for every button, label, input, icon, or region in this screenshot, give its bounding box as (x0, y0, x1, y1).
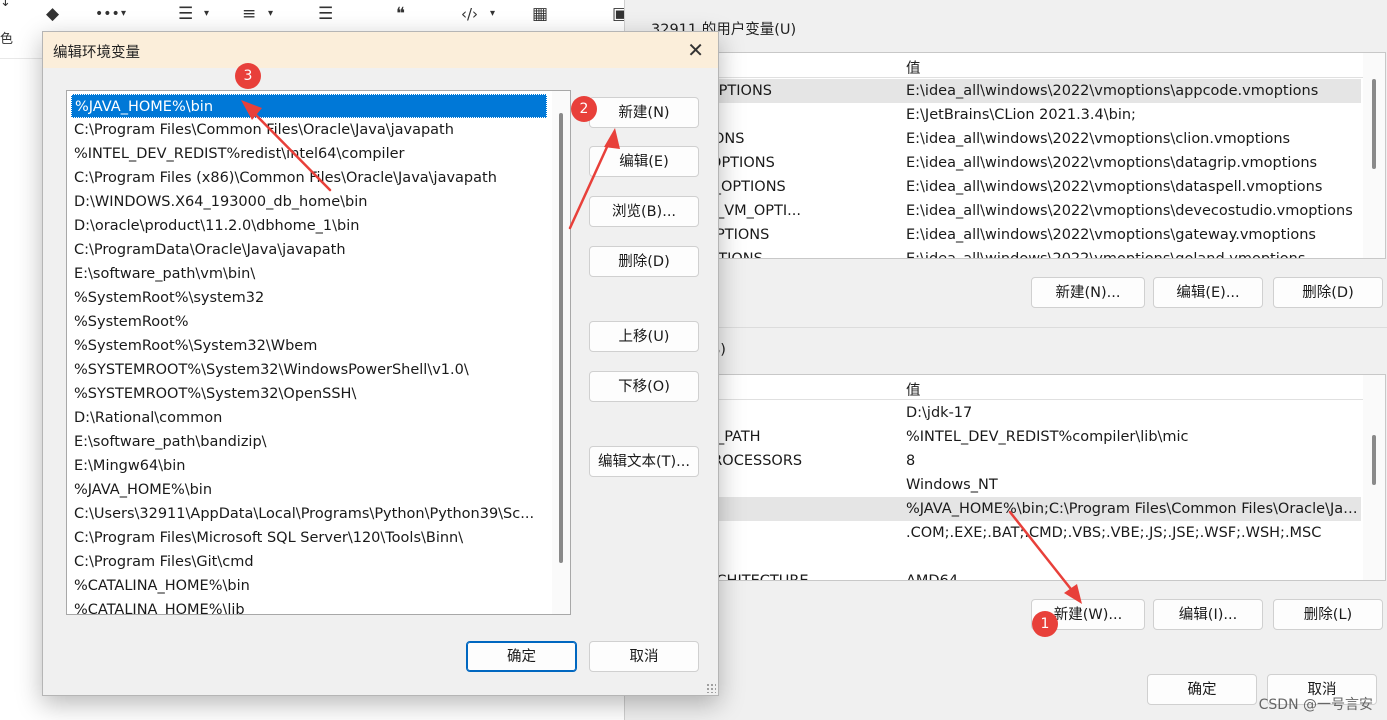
chevron-down-icon: ▾ (268, 8, 274, 19)
user-delete-button[interactable]: 删除(D) (1273, 277, 1383, 308)
close-icon[interactable]: ✕ (687, 38, 704, 62)
move-up-button[interactable]: 上移(U) (589, 321, 699, 352)
list-item[interactable]: RIP_VM_OPTIONSE:\idea_all\windows\2022\v… (650, 151, 1361, 175)
color-label-fragment: 色 (0, 32, 14, 47)
paint-bucket-icon[interactable]: ◆ (46, 3, 59, 25)
path-item[interactable]: %SystemRoot%\System32\Wbem (71, 334, 547, 358)
chevron-down-icon: ▾ (490, 8, 496, 19)
list-item[interactable]: IB (650, 545, 1361, 569)
list-item[interactable]: _LIBRARY_PATH%INTEL_DEV_REDIST%compiler\… (650, 425, 1361, 449)
value-column-header[interactable]: 值 (906, 57, 921, 78)
path-item[interactable]: %SYSTEMROOT%\System32\OpenSSH\ (71, 382, 547, 406)
edit-text-button[interactable]: 编辑文本(T)... (589, 446, 699, 477)
step-badge-1: 1 (1032, 611, 1058, 637)
path-item[interactable]: %CATALINA_HOME%\lib (71, 598, 547, 614)
indent-icon[interactable]: ☰ (318, 3, 333, 25)
chevron-down-icon: ▾ (121, 8, 127, 19)
dialog-cancel-button[interactable]: 取消 (589, 641, 699, 672)
vertical-scrollbar[interactable] (552, 91, 570, 614)
path-item[interactable]: %SYSTEMROOT%\System32\WindowsPowerShell\… (71, 358, 547, 382)
system-edit-button[interactable]: 编辑(I)... (1153, 599, 1263, 630)
path-item[interactable]: C:\ProgramData\Oracle\Java\javapath (71, 238, 547, 262)
path-item[interactable]: E:\Mingw64\bin (71, 454, 547, 478)
dialog-ok-button[interactable]: 确定 (466, 641, 577, 672)
scrollbar-thumb[interactable] (1372, 435, 1376, 485)
system-delete-button[interactable]: 删除(L) (1273, 599, 1383, 630)
list-item[interactable]: D_VM_OPTIONSE:\idea_all\windows\2022\vmo… (650, 247, 1361, 258)
list-header: 值 (650, 53, 1385, 78)
list-item[interactable]: VM_OPTIONSE:\idea_all\windows\2022\vmopt… (650, 127, 1361, 151)
path-item[interactable]: %SystemRoot% (71, 310, 547, 334)
list-item[interactable]: ER_OF_PROCESSORS 8 (650, 449, 1361, 473)
window-ok-button[interactable]: 确定 (1147, 674, 1257, 705)
list-item[interactable]: HOMED:\jdk-17 (650, 401, 1361, 425)
editor-toolbar: ↓ ◆ ••• ▾ ☰ ▾ ≡ ▾ ☰ ❝ ‹/› ▾ ▦ ▣ (0, 0, 640, 30)
scrollbar-thumb[interactable] (1372, 79, 1376, 169)
path-item[interactable]: C:\Program Files\Microsoft SQL Server\12… (71, 526, 547, 550)
list-header: 值 (650, 375, 1385, 400)
environment-variables-window: 32911 的用户变量(U) 值 DE_VM_OPTIONSE:\idea_al… (624, 0, 1387, 720)
dialog-title-bar[interactable]: 编辑环境变量 ✕ (43, 32, 718, 68)
list-item[interactable]: XT.COM;.EXE;.BAT;.CMD;.VBS;.VBE;.JS;.JSE… (650, 521, 1361, 545)
list-item[interactable]: SSOR_ARCHITECTURE AMD64 (650, 569, 1361, 580)
path-item[interactable]: E:\software_path\vm\bin\ (71, 262, 547, 286)
delete-path-button[interactable]: 删除(D) (589, 246, 699, 277)
move-down-button[interactable]: 下移(O) (589, 371, 699, 402)
path-item[interactable]: C:\Program Files\Git\cmd (71, 550, 547, 574)
value-column-header[interactable]: 值 (906, 379, 921, 400)
path-item[interactable]: %JAVA_HOME%\bin (71, 478, 547, 502)
path-list[interactable]: %JAVA_HOME%\bin C:\Program Files\Common … (66, 90, 571, 615)
path-item[interactable]: D:\WINDOWS.X64_193000_db_home\bin (71, 190, 547, 214)
dialog-title: 编辑环境变量 (53, 45, 140, 61)
list-item[interactable]: AY_VM_OPTIONSE:\idea_all\windows\2022\vm… (650, 223, 1361, 247)
new-path-button[interactable]: 新建(N) (589, 97, 699, 128)
system-vars-list[interactable]: 值 HOMED:\jdk-17 _LIBRARY_PATH%INTEL_DEV_… (649, 374, 1386, 581)
user-vars-list[interactable]: 值 DE_VM_OPTIONSE:\idea_all\windows\2022\… (649, 52, 1386, 259)
path-item[interactable]: E:\software_path\bandizip\ (71, 430, 547, 454)
align-icon[interactable]: ≡ (242, 3, 256, 25)
path-item[interactable]: D:\Rational\common (71, 406, 547, 430)
more-icon[interactable]: ••• (95, 3, 120, 25)
browse-button[interactable]: 浏览(B)... (589, 196, 699, 227)
path-item[interactable]: D:\oracle\product\11.2.0\dbhome_1\bin (71, 214, 547, 238)
path-item[interactable]: %INTEL_DEV_REDIST%redist\intel64\compile… (71, 142, 547, 166)
quote-icon[interactable]: ❝ (396, 3, 405, 25)
user-edit-button[interactable]: 编辑(E)... (1153, 277, 1263, 308)
list-item-path-selected[interactable]: %JAVA_HOME%\bin;C:\Program Files\Common … (650, 497, 1361, 521)
step-badge-3: 3 (235, 63, 261, 89)
user-new-button[interactable]: 新建(N)... (1031, 277, 1145, 308)
code-icon[interactable]: ‹/› (461, 3, 478, 25)
section-divider (625, 327, 1387, 328)
list-item[interactable]: Windows_NT (650, 473, 1361, 497)
list-item[interactable]: E:\JetBrains\CLion 2021.3.4\bin; (650, 103, 1361, 127)
path-item[interactable]: %SystemRoot%\system32 (71, 286, 547, 310)
chevron-down-icon: ▾ (204, 8, 210, 19)
resize-grip-icon[interactable] (706, 683, 716, 693)
step-badge-2: 2 (571, 96, 597, 122)
edit-env-variable-dialog: 编辑环境变量 ✕ %JAVA_HOME%\bin C:\Program File… (42, 31, 719, 696)
vertical-scrollbar[interactable] (1363, 53, 1385, 258)
arrow-fragment: ↓ (0, 0, 11, 10)
list-item[interactable]: OSTUDIO_VM_OPTI... E:\idea_all\windows\20… (650, 199, 1361, 223)
scrollbar-thumb[interactable] (559, 113, 563, 563)
bulleted-list-icon[interactable]: ☰ (178, 3, 193, 25)
edit-path-button[interactable]: 编辑(E) (589, 146, 699, 177)
vertical-scrollbar[interactable] (1363, 375, 1385, 580)
list-item[interactable]: PELL_VM_OPTIONSE:\idea_all\windows\2022\… (650, 175, 1361, 199)
path-item[interactable]: C:\Users\32911\AppData\Local\Programs\Py… (71, 502, 547, 526)
path-item[interactable]: %JAVA_HOME%\bin (71, 94, 547, 118)
path-item[interactable]: C:\Program Files\Common Files\Oracle\Jav… (71, 118, 547, 142)
watermark: CSDN @一号言安 (1258, 697, 1373, 713)
path-item[interactable]: %CATALINA_HOME%\bin (71, 574, 547, 598)
table-icon[interactable]: ▦ (532, 3, 548, 25)
path-item[interactable]: C:\Program Files (x86)\Common Files\Orac… (71, 166, 547, 190)
list-item[interactable]: DE_VM_OPTIONSE:\idea_all\windows\2022\vm… (650, 79, 1361, 103)
